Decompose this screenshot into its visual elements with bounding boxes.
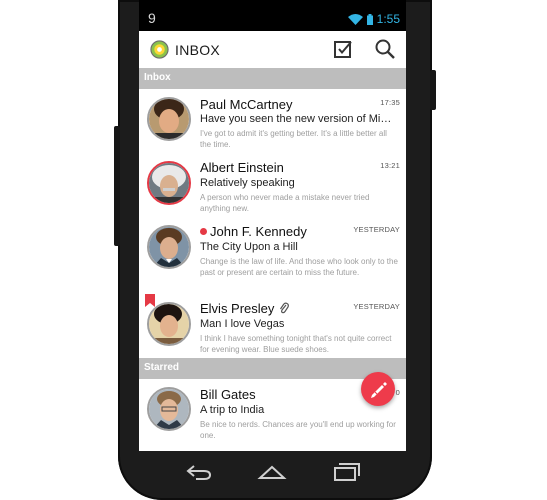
message-preview: I think I have something tonight that's … [200,334,392,354]
message-row[interactable]: John F. Kennedy YESTERDAY The City Upon … [139,217,406,295]
wifi-icon [347,13,363,25]
unread-indicator [200,228,207,235]
phone-side-button [114,126,120,246]
sender-name: Paul McCartney [200,97,293,112]
message-time: 13:21 [380,161,400,170]
compose-button[interactable] [361,372,395,406]
sender-name: John F. Kennedy [210,224,307,239]
message-subject: Have you seen the new version of Mi… [200,113,392,125]
navigation-bar [139,451,406,491]
status-notification-number: 9 [148,10,156,26]
check-box-icon[interactable] [332,38,354,60]
back-icon[interactable] [185,462,213,482]
compose-pen-icon [371,382,387,398]
message-subject: Man I love Vegas [200,318,285,330]
flag-bookmark-icon [145,294,155,307]
message-row[interactable]: Albert Einstein 13:21 Relatively speakin… [139,153,406,218]
search-icon[interactable] [374,38,396,60]
message-preview: Be nice to nerds. Chances are you'll end… [200,420,396,440]
recent-apps-icon[interactable] [333,462,361,482]
section-label: Starred [144,362,180,373]
sender-name: Albert Einstein [200,160,284,175]
app-title: INBOX [175,42,221,58]
status-time: 1:55 [376,12,400,26]
message-subject: Relatively speaking [200,177,295,189]
avatar [147,161,191,205]
message-time: 0 [395,388,400,397]
app-logo-icon[interactable] [150,40,169,59]
phone-side-button [430,70,436,110]
sender-name: Elvis Presley [200,301,275,316]
message-preview: A person who never made a mistake never … [200,193,370,213]
avatar [147,225,191,269]
app-bar: INBOX [139,31,406,69]
message-time: YESTERDAY [353,302,400,311]
message-subject: The City Upon a Hill [200,241,298,253]
message-preview: Change is the law of life. And those who… [200,257,398,277]
message-row[interactable]: Elvis Presley YESTERDAY Man I love Vegas… [139,294,406,359]
avatar [147,387,191,431]
battery-icon [366,13,373,25]
message-time: YESTERDAY [353,225,400,234]
attachment-icon [280,302,289,314]
message-time: 17:35 [380,98,400,107]
section-header-inbox: Inbox [139,68,406,89]
message-preview: I've got to admit it's getting better. I… [200,129,387,149]
status-bar: 9 1:55 [139,0,406,31]
message-row[interactable]: Paul McCartney 17:35 Have you seen the n… [139,89,406,154]
section-label: Inbox [144,72,171,83]
avatar [147,97,191,141]
avatar [147,302,191,346]
sender-name: Bill Gates [200,387,256,402]
home-icon[interactable] [257,462,287,482]
